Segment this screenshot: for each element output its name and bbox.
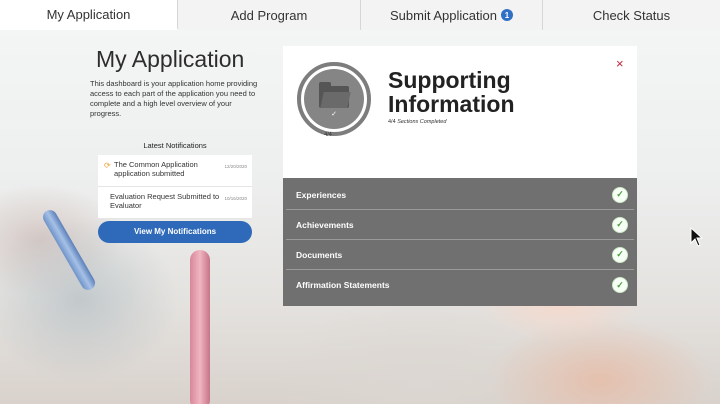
tab-label: My Application (46, 6, 131, 22)
dashboard-intro-panel: My Application This dashboard is your ap… (90, 46, 260, 243)
notification-icon: ⟳ (104, 160, 111, 170)
progress-count: 4/4 (324, 132, 332, 138)
folder-icon (319, 82, 351, 108)
check-icon: ✓ (612, 216, 628, 233)
check-icon: ✓ (612, 277, 628, 293)
notification-item[interactable]: Evaluation Request Submitted to Evaluato… (98, 187, 252, 219)
tab-add-program[interactable]: Add Program (178, 0, 361, 30)
dashboard-description: This dashboard is your application home … (90, 79, 258, 118)
notifications-heading: Latest Notifications (143, 140, 207, 150)
tab-submit-application[interactable]: Submit Application 1 (361, 0, 543, 30)
tab-check-status[interactable]: Check Status (543, 0, 720, 30)
close-icon[interactable]: × (616, 56, 624, 71)
section-items-list: Experiences ✓ Achievements ✓ Documents ✓… (283, 178, 637, 306)
section-item-achievements[interactable]: Achievements ✓ (286, 210, 634, 240)
background-pen-pink (190, 250, 210, 404)
page-title: My Application (96, 46, 245, 72)
notification-item[interactable]: ⟳ The Common Application application sub… (98, 155, 252, 187)
top-navigation: My Application Add Program Submit Applic… (0, 0, 720, 30)
check-icon: ✓ (612, 186, 628, 203)
section-item-documents[interactable]: Documents ✓ (286, 240, 634, 270)
tab-label: Submit Application (390, 7, 497, 23)
tab-my-application[interactable]: My Application (0, 0, 178, 30)
tab-label: Check Status (592, 7, 671, 23)
notification-text: The Common Application application submi… (114, 159, 198, 178)
tab-label: Add Program (230, 7, 308, 23)
section-item-experiences[interactable]: Experiences ✓ (286, 180, 634, 210)
sections-completed: 4/4 Sections Completed (388, 119, 446, 125)
section-item-affirmation-statements[interactable]: Affirmation Statements ✓ (286, 270, 634, 300)
notifications-list: ⟳ The Common Application application sub… (98, 154, 252, 219)
check-icon: ✓ (612, 246, 628, 263)
check-icon: ✓ (331, 111, 337, 118)
section-item-label: Affirmation Statements (296, 280, 390, 290)
view-notifications-button[interactable]: View My Notifications (98, 220, 252, 243)
supporting-information-card: ✓ 4/4 Supporting Information 4/4 Section… (283, 46, 637, 306)
card-header: ✓ 4/4 Supporting Information 4/4 Section… (283, 46, 637, 178)
submit-count-badge: 1 (500, 9, 513, 21)
notification-date: 10/16/2020 (224, 195, 247, 201)
section-item-label: Experiences (296, 189, 347, 200)
completed-count: 4/4 (388, 119, 396, 125)
section-item-label: Documents (296, 249, 343, 260)
progress-ring: ✓ (297, 62, 371, 136)
notification-date: 12/20/2020 (224, 163, 247, 169)
completed-label: Sections Completed (397, 119, 447, 125)
mouse-cursor-icon (690, 227, 704, 247)
section-item-label: Achievements (296, 219, 354, 230)
section-title: Supporting Information (388, 67, 515, 118)
progress-ring-inner: ✓ (304, 69, 364, 129)
notification-text: Evaluation Request Submitted to Evaluato… (110, 191, 220, 210)
